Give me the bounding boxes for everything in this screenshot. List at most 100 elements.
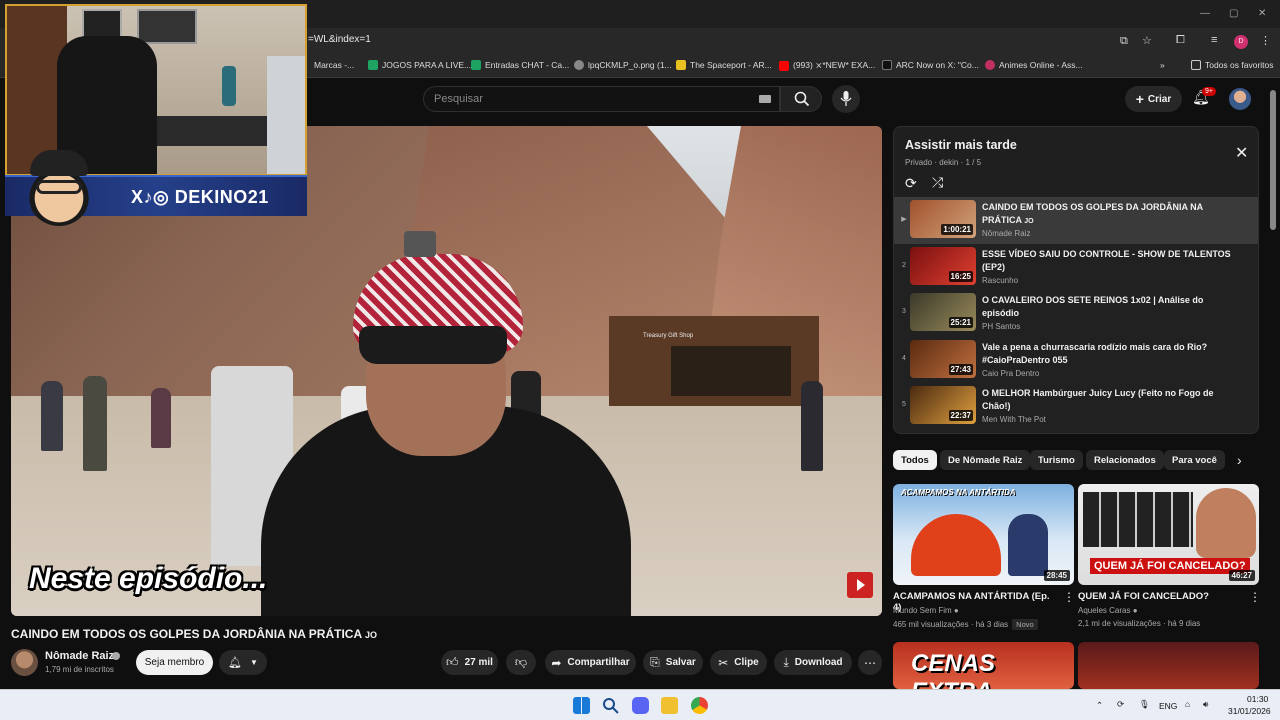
playlist-item-title[interactable]: Vale a pena a churrascaria rodízio mais … — [982, 341, 1232, 368]
loop-icon[interactable]: ⟳ — [905, 175, 917, 192]
rec-thumbnail-1[interactable]: QUEM JÁ FOI CANCELADO? 46:27 — [1078, 484, 1259, 585]
close-window-icon[interactable]: ✕ — [1258, 8, 1266, 19]
chevron-right-icon[interactable]: › — [1237, 452, 1242, 468]
share-button[interactable]: ➦ Compartilhar — [545, 650, 636, 675]
playlist-item-title[interactable]: O CAVALEIRO DOS SETE REINOS 1x02 | Análi… — [982, 294, 1232, 321]
playlist-item-title[interactable]: O MELHOR Hambúrguer Juicy Lucy (Feito no… — [982, 387, 1232, 414]
rec-channel-0[interactable]: Mundo Sem Fim ● — [893, 606, 959, 615]
playlist-item-title[interactable]: ESSE VÍDEO SAIU DO CONTROLE - SHOW DE TA… — [982, 248, 1232, 275]
tray-app-icon[interactable]: ⟳ — [1117, 699, 1124, 710]
chrome-icon[interactable] — [691, 697, 708, 714]
taskbar-search-icon[interactable] — [602, 697, 619, 714]
media-icon[interactable]: ≡ — [1211, 34, 1217, 46]
playlist-item-channel[interactable]: Rascunho — [982, 276, 1018, 285]
more-vertical-icon[interactable]: ⋮ — [1063, 590, 1075, 604]
all-favorites-label: Todos os favoritos — [1205, 60, 1274, 70]
playlist-index: 2 — [902, 261, 906, 269]
more-actions-button[interactable]: ⋯ — [858, 650, 882, 675]
close-icon[interactable]: ✕ — [1235, 143, 1248, 163]
playlist-item[interactable]: ▶ 1:00:21 CAINDO EM TODOS OS GOLPES DA JOR… — [894, 197, 1258, 244]
bookmark-5[interactable]: (993) ⨯*NEW* EXA... — [779, 60, 875, 71]
voice-search-button[interactable] — [832, 85, 860, 113]
bookmark-3[interactable]: lpqCKMLP_o.png (1... — [574, 60, 672, 70]
volume-icon[interactable]: 🔊︎ — [1203, 699, 1208, 710]
chip-tourism[interactable]: Turismo — [1030, 450, 1083, 470]
rec-thumbnail-0[interactable]: ACAMPAMOS NA ANTÁRTIDA 28:45 — [893, 484, 1074, 585]
bookmark-star-icon[interactable]: ☆ — [1142, 34, 1152, 47]
chip-related[interactable]: Relacionados — [1086, 450, 1164, 470]
playlist-item[interactable]: 4 27:43 Vale a pena a churrascaria rodízio… — [894, 337, 1258, 384]
clip-button[interactable]: ✂ Clipe — [710, 650, 767, 675]
kebab-menu-icon[interactable]: ⋮ — [1260, 34, 1271, 47]
page-scrollbar[interactable] — [1270, 90, 1276, 230]
download-button[interactable]: ⤓ Download — [774, 650, 852, 675]
playlist-panel: Assistir mais tarde Privado · dekin · 1 … — [893, 126, 1259, 434]
video-title-text: CAINDO EM TODOS OS GOLPES DA JORDÂNIA NA… — [11, 627, 362, 641]
bookmark-6[interactable]: ARC Now on X: "Co... — [882, 60, 979, 70]
bookmark-1[interactable]: JOGOS PARA A LIVE... — [368, 60, 471, 70]
like-button[interactable]: 👍︎ 27 mil — [441, 650, 498, 675]
language-indicator[interactable]: ENG — [1159, 701, 1177, 711]
playlist-item-channel[interactable]: Caio Pra Dentro — [982, 369, 1039, 378]
subscription-bell-button[interactable]: 🔔︎ ▼ — [219, 650, 267, 675]
playlist-item[interactable]: 3 25:21 O CAVALEIRO DOS SETE REINOS 1x02 |… — [894, 290, 1258, 337]
clock-date[interactable]: 31/01/2026 — [1228, 706, 1271, 716]
network-icon[interactable]: ⌂ — [1185, 699, 1190, 709]
playlist-title[interactable]: Assistir mais tarde — [905, 138, 1017, 152]
bookmark-7[interactable]: Animes Online - Ass... — [985, 60, 1083, 70]
rec-meta-0: 465 mil visualizações · há 3 dias Novo — [893, 619, 1038, 630]
file-explorer-icon[interactable] — [661, 697, 678, 714]
bookmark-4[interactable]: The Spaceport - AR... — [676, 60, 772, 70]
rec-thumbnail-3[interactable] — [1078, 642, 1259, 689]
rec-title-1[interactable]: QUEM JÁ FOI CANCELADO? — [1078, 591, 1243, 602]
url-text[interactable]: =WL&index=1 — [308, 34, 371, 45]
playlist-thumbnail[interactable]: 16:25 — [910, 246, 976, 285]
maximize-icon[interactable]: ▢ — [1229, 8, 1238, 19]
playlist-thumbnail[interactable]: 27:43 — [910, 339, 976, 378]
more-horizontal-icon: ⋯ — [864, 655, 876, 670]
keyboard-icon[interactable] — [759, 95, 771, 103]
windows-start-icon[interactable] — [573, 697, 590, 714]
cartoon-mascot-hair — [30, 150, 88, 176]
chip-channel[interactable]: De Nômade Raiz — [940, 450, 1031, 470]
all-favorites[interactable]: Todos os favoritos — [1191, 60, 1274, 70]
extensions-icon[interactable]: ⧠ — [1176, 34, 1185, 47]
rec-channel-1[interactable]: Aqueles Caras ● — [1078, 606, 1138, 615]
create-button[interactable]: + Criar — [1125, 86, 1182, 112]
tray-overflow-icon[interactable]: ⌃ — [1096, 700, 1103, 711]
channel-avatar[interactable] — [11, 649, 38, 676]
dislike-button[interactable]: 👎︎ — [506, 650, 536, 675]
playlist-item-title[interactable]: CAINDO EM TODOS OS GOLPES DA JORDÂNIA NA… — [982, 201, 1232, 228]
microphone-tray-icon[interactable]: 🎙︎ — [1139, 699, 1150, 710]
playlist-item-channel[interactable]: Nômade Raiz — [982, 229, 1030, 238]
bookmarks-overflow-icon[interactable]: » — [1160, 60, 1165, 70]
cast-icon[interactable]: ⧉ — [1120, 35, 1128, 48]
bookmark-2[interactable]: Entradas CHAT - Ca... — [471, 60, 569, 70]
playlist-thumbnail[interactable]: 25:21 — [910, 293, 976, 331]
more-vertical-icon[interactable]: ⋮ — [1249, 590, 1261, 604]
clock-time[interactable]: 01:30 — [1247, 694, 1268, 704]
profile-icon[interactable]: D — [1234, 35, 1248, 49]
account-avatar[interactable] — [1229, 88, 1251, 110]
cartoon-mascot-glasses — [36, 180, 82, 194]
chip-for-you[interactable]: Para você — [1164, 450, 1225, 470]
playlist-item[interactable]: 2 16:25 ESSE VÍDEO SAIU DO CONTROLE - SHOW… — [894, 244, 1258, 291]
search-input[interactable]: Pesquisar — [423, 86, 780, 112]
bookmark-0[interactable]: Marcas -... — [314, 60, 354, 70]
playlist-duration: 25:21 — [948, 317, 973, 328]
chip-all[interactable]: Todos — [893, 450, 937, 470]
rec-thumbnail-2[interactable]: CENAS EXTRA — [893, 642, 1074, 689]
minimize-icon[interactable]: — — [1200, 8, 1210, 19]
discord-icon[interactable] — [632, 697, 649, 714]
playlist-item-channel[interactable]: Men With The Pot — [982, 415, 1046, 424]
channel-name[interactable]: Nômade Raiz — [45, 650, 114, 662]
search-button[interactable] — [780, 86, 822, 112]
save-button[interactable]: ⎘ Salvar — [643, 650, 703, 675]
shuffle-icon[interactable]: ⤮ — [932, 174, 943, 191]
playlist-item[interactable]: 5 22:37 O MELHOR Hambúrguer Juicy Lucy (Fe… — [894, 383, 1258, 430]
playlist-item-channel[interactable]: PH Santos — [982, 322, 1020, 331]
join-button[interactable]: Seja membro — [136, 650, 213, 675]
playlist-thumbnail[interactable]: 1:00:21 — [910, 200, 976, 238]
playlist-thumbnail[interactable]: 22:37 — [910, 386, 976, 424]
channel-watermark-icon[interactable] — [847, 572, 873, 598]
